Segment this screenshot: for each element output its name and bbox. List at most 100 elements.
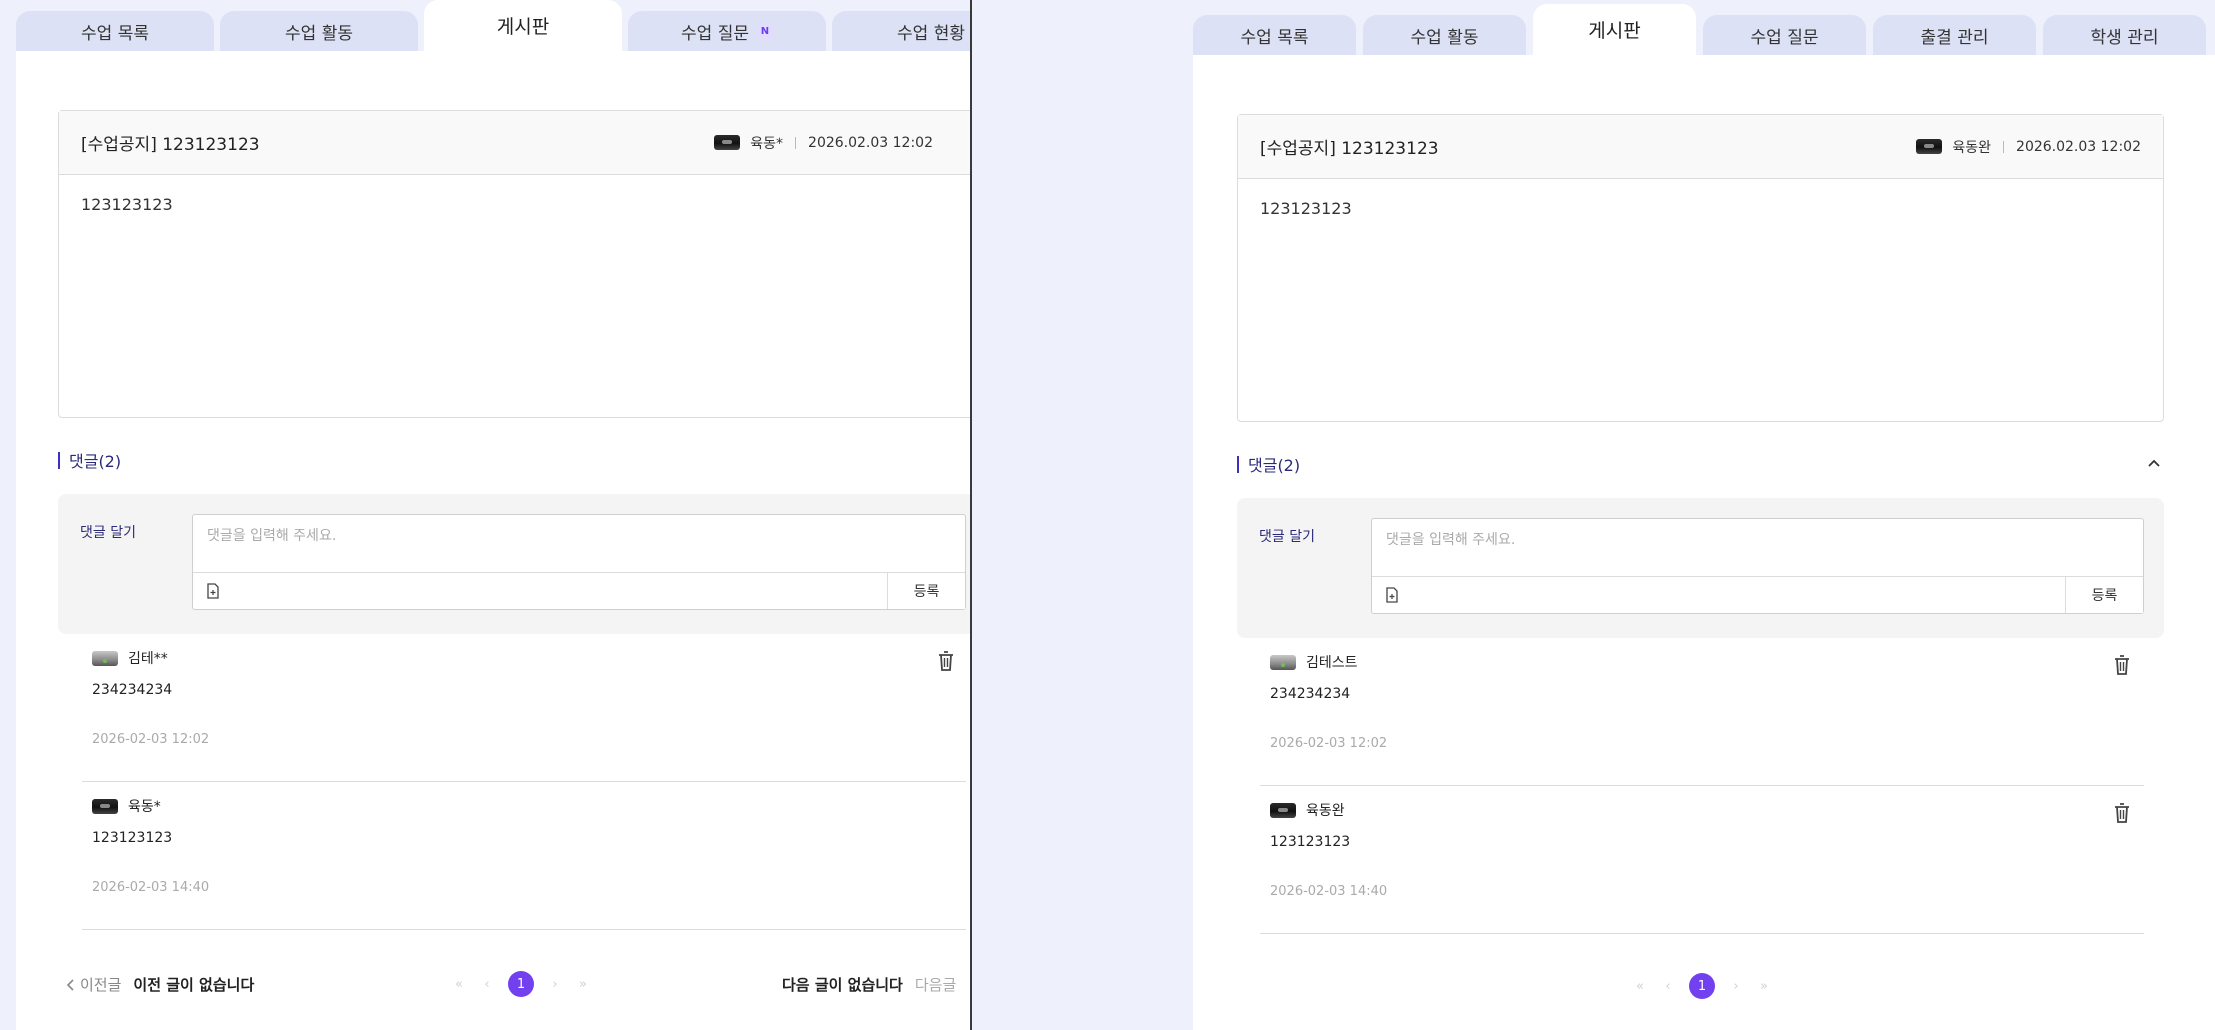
- post-body: 123123123: [81, 195, 173, 214]
- page-number[interactable]: 1: [1689, 973, 1715, 999]
- avatar: [1916, 139, 1943, 154]
- tab-class-question[interactable]: 수업 질문: [1703, 15, 1866, 55]
- file-icon: [207, 583, 219, 599]
- trash-icon[interactable]: [2112, 802, 2132, 824]
- chevron-up-icon[interactable]: [2144, 453, 2164, 473]
- tab-class-list[interactable]: 수업 목록: [1193, 15, 1356, 55]
- last-page-icon[interactable]: »: [576, 977, 590, 992]
- first-page-icon[interactable]: «: [452, 977, 466, 992]
- submit-comment-button[interactable]: 등록: [887, 573, 965, 609]
- tab-class-list[interactable]: 수업 목록: [16, 11, 214, 51]
- prev-page-icon[interactable]: ‹: [1661, 979, 1675, 994]
- tab-class-question[interactable]: 수업 질문 N: [628, 11, 826, 51]
- comment-input-box: 등록: [1371, 518, 2144, 614]
- post-title: [수업공지] 123123123: [1260, 139, 1439, 159]
- chevron-left-icon: [66, 978, 74, 991]
- post-date: 2026.02.03 12:02: [808, 134, 933, 151]
- comment-form-label: 댓글 달기: [80, 525, 136, 541]
- pagination: « ‹ 1 › »: [1633, 973, 1771, 999]
- prev-post-label: 이전글: [80, 976, 122, 994]
- avatar: [714, 135, 741, 150]
- post-title: [수업공지] 123123123: [81, 135, 260, 155]
- first-page-icon[interactable]: «: [1633, 979, 1647, 994]
- comment-text: 123123123: [92, 830, 173, 846]
- post-author: 육동*: [750, 135, 784, 152]
- comment-form-label: 댓글 달기: [1259, 529, 1315, 545]
- comment-item: 육동* 123123123 2026-02-03 14:40: [82, 782, 966, 930]
- comment-item: 육동완 123123123 2026-02-03 14:40: [1260, 786, 2144, 934]
- meta-divider: [2003, 140, 2005, 153]
- pagination: « ‹ 1 › »: [452, 971, 590, 997]
- post-date: 2026.02.03 12:02: [2016, 138, 2141, 155]
- avatar: [92, 650, 118, 666]
- next-page-icon[interactable]: ›: [548, 977, 562, 992]
- next-page-icon[interactable]: ›: [1729, 979, 1743, 994]
- comment-time: 2026-02-03 14:40: [92, 880, 210, 895]
- comments-title: 댓글(2): [69, 452, 122, 471]
- comment-author-name: 김테**: [128, 651, 168, 667]
- tab-board[interactable]: 게시판: [1533, 4, 1696, 55]
- comment-author: 육동*: [92, 796, 161, 816]
- submit-comment-button[interactable]: 등록: [2065, 577, 2143, 613]
- attach-file-button[interactable]: [1372, 577, 1412, 613]
- post: [수업공지] 123123123 육동완 2026.02.03 12:02 12…: [1237, 114, 2164, 422]
- post-body: 123123123: [1260, 199, 1352, 218]
- post-meta: 육동완 2026.02.03 12:02: [1916, 137, 2141, 157]
- post: [수업공지] 123123123 육동* 2026.02.03 12:02 12…: [58, 110, 971, 418]
- new-badge: N: [756, 23, 773, 39]
- comment-time: 2026-02-03 12:02: [1270, 736, 1388, 751]
- comment-text: 123123123: [1270, 834, 1351, 850]
- tab-class-activity[interactable]: 수업 활동: [220, 11, 418, 51]
- section-bar: [1237, 455, 1239, 473]
- left-pane: 수업 목록 수업 활동 게시판 수업 질문 N 수업 현황 [수업공지] 1231…: [0, 0, 971, 1030]
- comment-author: 김테**: [92, 648, 168, 668]
- tab-attendance[interactable]: 출결 관리: [1873, 15, 2036, 55]
- tab-class-activity[interactable]: 수업 활동: [1363, 15, 1526, 55]
- comments-header: 댓글(2): [1237, 452, 1300, 476]
- file-icon: [1386, 587, 1398, 603]
- comments-title: 댓글(2): [1248, 456, 1301, 475]
- next-post-nav[interactable]: 다음 글이 없습니다 다음글: [782, 974, 956, 995]
- tab-board[interactable]: 게시판: [424, 0, 622, 51]
- comment-text: 234234234: [92, 682, 173, 698]
- comment-form: 댓글 달기 등록: [1237, 498, 2164, 638]
- comment-input-box: 등록: [192, 514, 966, 610]
- post-header: [수업공지] 123123123 육동완 2026.02.03 12:02: [1238, 115, 2163, 179]
- section-bar: [58, 451, 60, 469]
- comment-author: 김테스트: [1270, 652, 1358, 672]
- post-header: [수업공지] 123123123 육동* 2026.02.03 12:02: [59, 111, 971, 175]
- prev-page-icon[interactable]: ‹: [480, 977, 494, 992]
- trash-icon[interactable]: [2112, 654, 2132, 676]
- post-meta: 육동* 2026.02.03 12:02: [714, 133, 933, 153]
- tab-class-status[interactable]: 수업 현황: [832, 11, 971, 51]
- comment-time: 2026-02-03 12:02: [92, 732, 210, 747]
- right-pane: 수업 목록 수업 활동 게시판 수업 질문 출결 관리 학생 관리 [수업공지]…: [972, 0, 2215, 1030]
- avatar: [1270, 802, 1296, 818]
- prev-post-nav[interactable]: 이전글 이전 글이 없습니다: [66, 974, 254, 995]
- avatar: [92, 798, 118, 814]
- comment-input[interactable]: [193, 515, 965, 573]
- meta-divider: [795, 136, 797, 149]
- avatar: [1270, 654, 1296, 670]
- next-post-label: 다음글: [914, 976, 957, 994]
- next-post-title: 다음 글이 없습니다: [782, 976, 903, 994]
- comment-author: 육동완: [1270, 800, 1345, 820]
- comment-item: 김테스트 234234234 2026-02-03 12:02: [1260, 638, 2144, 786]
- prev-post-title: 이전 글이 없습니다: [133, 976, 255, 994]
- comment-author-name: 김테스트: [1306, 655, 1358, 671]
- comments-header: 댓글(2): [58, 448, 121, 472]
- last-page-icon[interactable]: »: [1757, 979, 1771, 994]
- trash-icon[interactable]: [936, 650, 956, 672]
- tab-student-management[interactable]: 학생 관리: [2043, 15, 2206, 55]
- comment-form: 댓글 달기 등록: [58, 494, 971, 634]
- post-author: 육동완: [1952, 139, 1992, 156]
- comment-form-toolbar: 등록: [193, 573, 965, 609]
- comment-text: 234234234: [1270, 686, 1351, 702]
- page-number[interactable]: 1: [508, 971, 534, 997]
- comment-author-name: 육동완: [1306, 803, 1345, 819]
- comment-author-name: 육동*: [128, 799, 161, 815]
- attach-file-button[interactable]: [193, 573, 233, 609]
- comment-form-toolbar: 등록: [1372, 577, 2143, 613]
- comment-input[interactable]: [1372, 519, 2143, 577]
- comment-item: 김테** 234234234 2026-02-03 12:02: [82, 634, 966, 782]
